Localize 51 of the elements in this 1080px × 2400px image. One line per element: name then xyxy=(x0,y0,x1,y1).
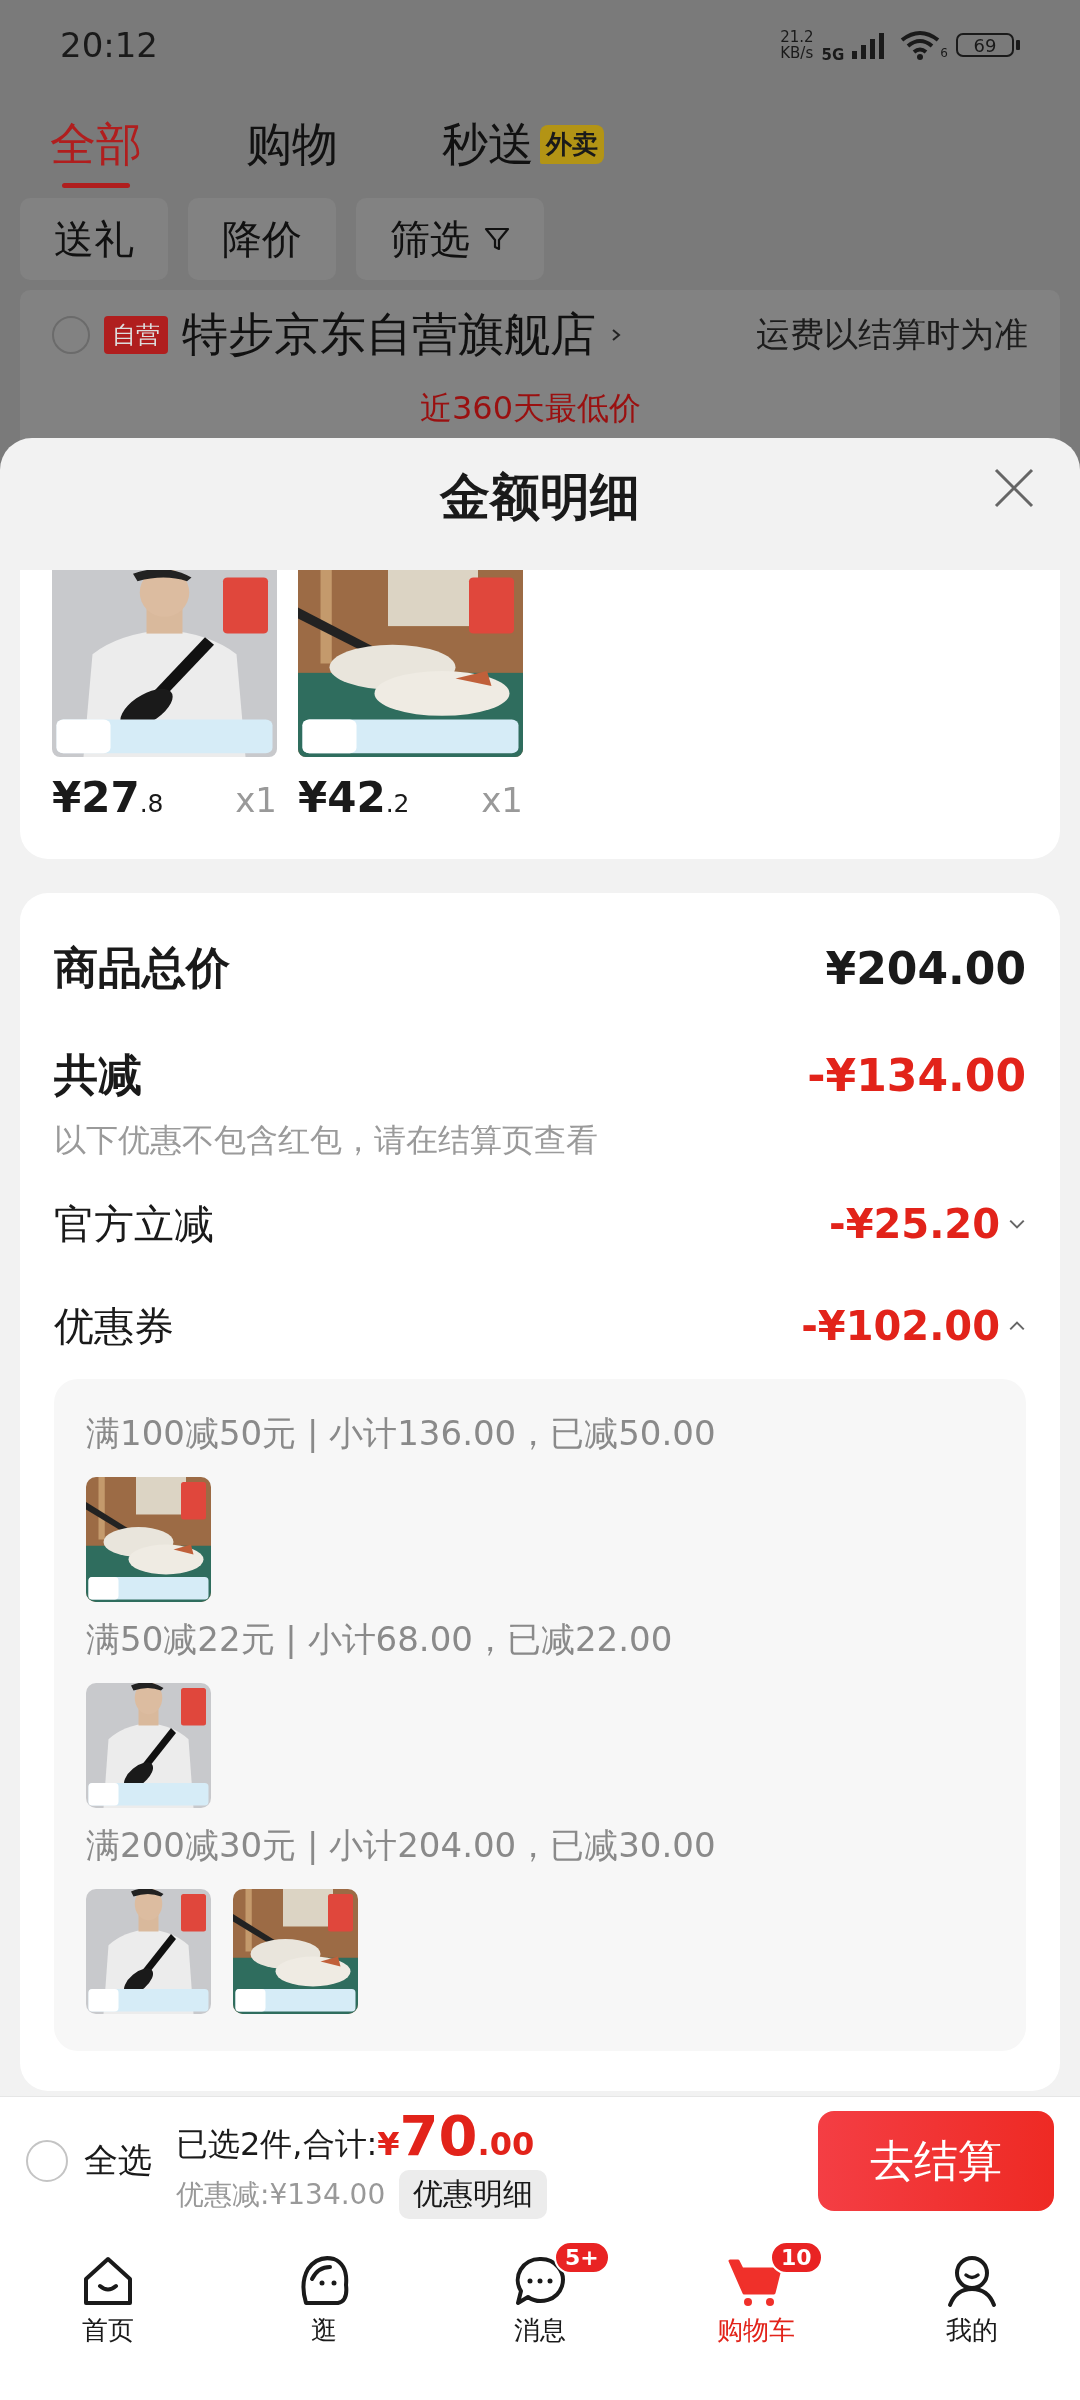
select-all-label[interactable]: 全选 xyxy=(84,2138,152,2184)
network-type: 5G xyxy=(821,46,845,64)
battery-icon: 69 xyxy=(956,33,1014,57)
filter-chip[interactable]: 送礼 xyxy=(20,198,168,280)
product-price: ¥27.8 xyxy=(52,773,164,822)
price-note: 近360天最低价 xyxy=(420,390,642,426)
summary-label: 共减 xyxy=(54,1047,142,1102)
discount-note: 以下优惠不包含红包，请在结算页查看 xyxy=(54,1120,599,1161)
close-icon[interactable] xyxy=(992,466,1036,510)
total-price: ¥70.00 xyxy=(377,2103,535,2168)
discount-value: -¥102.00 xyxy=(801,1303,1000,1349)
discount-label: 优惠券 xyxy=(54,1301,174,1351)
chevron-down-icon[interactable] xyxy=(1008,1218,1026,1230)
count-badge: 10 xyxy=(770,2241,823,2274)
summary-label: 商品总价 xyxy=(54,940,230,995)
chevron-up-icon[interactable] xyxy=(1008,1320,1026,1332)
clock: 20:12 xyxy=(60,25,158,65)
shipping-note: 运费以结算时为准 xyxy=(756,313,1028,356)
sheet-title: 金额明细 xyxy=(440,466,640,528)
store-name[interactable]: 特步京东自营旗舰店 xyxy=(182,304,596,366)
nav-tab[interactable]: 消息 5+ xyxy=(432,2225,648,2400)
selected-summary: 已选2件,合计: xyxy=(176,2124,378,2165)
nav-tab[interactable]: 首页 xyxy=(0,2225,216,2400)
count-badge: 5+ xyxy=(554,2241,610,2274)
product-price: ¥42.2 xyxy=(298,773,410,822)
discount-detail-button[interactable]: 优惠明细 xyxy=(399,2170,548,2219)
product-quantity: x1 xyxy=(235,780,277,820)
nav-tab[interactable]: 购物车 10 xyxy=(648,2225,864,2400)
discount-summary: 优惠减:¥134.00 xyxy=(176,2176,386,2213)
discount-label: 官方立减 xyxy=(54,1199,214,1249)
product-quantity: x1 xyxy=(481,780,523,820)
summary-value: ¥204.00 xyxy=(825,942,1026,994)
coupon-rule: 满100减50元 | 小计136.00，已减50.00 xyxy=(86,1412,717,1455)
tab[interactable]: 购物 xyxy=(240,112,344,184)
filter-icon xyxy=(484,226,510,252)
self-run-badge: 自营 xyxy=(104,316,168,354)
discount-value: -¥25.20 xyxy=(829,1201,1000,1247)
summary-value: -¥134.00 xyxy=(807,1049,1026,1101)
tab-badge: 外卖 xyxy=(540,125,604,164)
wifi-number: 6 xyxy=(940,46,948,60)
nav-tab[interactable]: 我的 xyxy=(864,2225,1080,2400)
wifi-icon xyxy=(900,30,941,60)
select-all-checkbox[interactable] xyxy=(26,2140,68,2182)
checkout-button[interactable]: 去结算 xyxy=(818,2111,1054,2211)
nav-tab[interactable]: 逛 xyxy=(216,2225,432,2400)
coupon-rule: 满200减30元 | 小计204.00，已减30.00 xyxy=(86,1824,717,1867)
tab[interactable]: 秒送 外卖 xyxy=(436,112,610,184)
filter-chip[interactable]: 筛选 xyxy=(356,198,544,280)
coupon-rule: 满50减22元 | 小计68.00，已减22.00 xyxy=(86,1618,674,1661)
filter-chip[interactable]: 降价 xyxy=(188,198,336,280)
network-speed: 21.2 KB/s xyxy=(780,29,814,61)
